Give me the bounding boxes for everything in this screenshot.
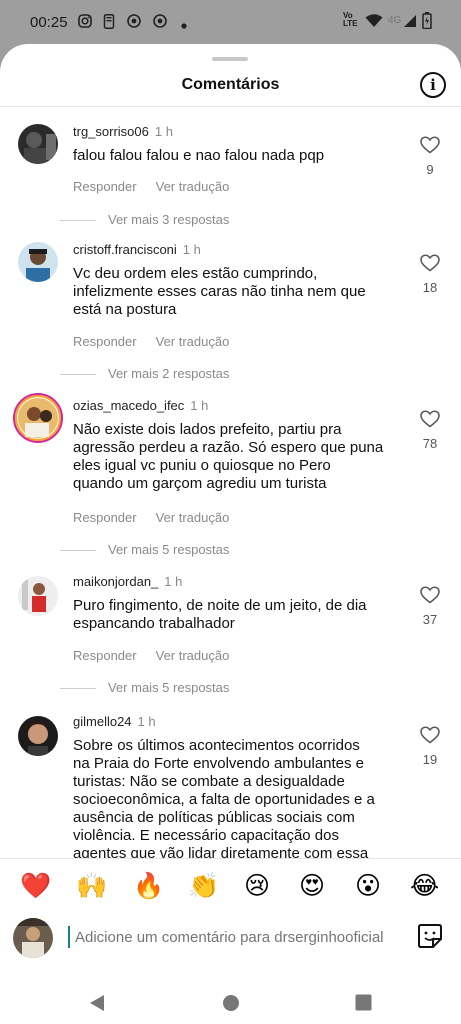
like-heart-icon[interactable] <box>418 136 442 154</box>
comment-username[interactable]: trg_sorriso06 <box>73 124 149 139</box>
emoji-reaction-bar: ❤️ 🙌 🔥 👏 😢 😍 😮 😂 <box>0 868 461 908</box>
instagram-notification-icon <box>78 14 92 31</box>
avatar[interactable] <box>18 576 58 616</box>
comments-list[interactable]: trg_sorriso06 1 h falou falou falou e nao… <box>0 108 461 858</box>
emoji-clap-button[interactable]: 👏 <box>188 868 219 904</box>
comment-text: Não existe dois lados prefeito, partiu p… <box>73 421 384 492</box>
emoji-heart-eyes-button[interactable]: 😍 <box>299 868 325 904</box>
phone-notification-icon <box>103 14 115 32</box>
status-bar: 00:25 Vo LTE 4G <box>0 0 461 44</box>
signal-icon <box>403 14 417 31</box>
emoji-laughing-button[interactable]: 😂 <box>410 868 439 904</box>
reply-button[interactable]: Responder <box>73 179 137 194</box>
more-notifications-dot-icon <box>181 17 187 32</box>
recents-nav-icon[interactable] <box>355 994 372 1016</box>
info-icon[interactable]: i <box>420 72 446 98</box>
network-type-label: 4G <box>388 15 402 26</box>
comment-text: Vc deu ordem eles estão cumprindo, infel… <box>73 265 366 318</box>
comment-username[interactable]: ozias_macedo_ifec <box>73 398 184 413</box>
comment-time: 1 h <box>137 714 156 729</box>
translate-button[interactable]: Ver tradução <box>156 334 230 349</box>
view-more-replies-button[interactable]: Ver mais 3 respostas <box>60 212 229 227</box>
reply-button[interactable]: Responder <box>73 648 137 663</box>
avatar[interactable] <box>18 124 58 164</box>
current-user-avatar[interactable] <box>13 918 53 958</box>
like-heart-icon[interactable] <box>418 254 442 272</box>
comment-time: 1 h <box>164 574 183 589</box>
comments-sheet: Comentários i trg_sorriso06 1 h falou fal… <box>0 44 461 1024</box>
back-nav-icon[interactable] <box>88 994 106 1017</box>
like-count: 19 <box>422 752 438 767</box>
composer-divider <box>0 858 461 859</box>
status-time: 00:25 <box>30 14 68 31</box>
chrome-notification-icon <box>153 14 167 31</box>
like-count: 37 <box>422 612 438 627</box>
emoji-fire-button[interactable]: 🔥 <box>133 868 164 904</box>
like-count: 78 <box>422 436 438 451</box>
view-more-replies-button[interactable]: Ver mais 2 respostas <box>60 366 229 381</box>
avatar[interactable] <box>18 716 58 756</box>
home-nav-icon[interactable] <box>222 994 240 1017</box>
reply-button[interactable]: Responder <box>73 510 137 525</box>
emoji-crying-button[interactable]: 😢 <box>244 868 270 904</box>
comment-username[interactable]: gilmello24 <box>73 714 132 729</box>
translate-button[interactable]: Ver tradução <box>156 179 230 194</box>
view-more-replies-button[interactable]: Ver mais 5 respostas <box>60 680 229 695</box>
avatar[interactable] <box>18 242 58 282</box>
comment-time: 1 h <box>190 398 209 413</box>
emoji-raised-hands-button[interactable]: 🙌 <box>76 868 107 904</box>
comment-input[interactable] <box>68 926 415 948</box>
comment-text: falou falou falou e nao falou nada pqp <box>73 147 325 164</box>
header-divider <box>0 106 461 107</box>
chrome-notification-icon <box>127 14 141 31</box>
volte-icon: Vo LTE <box>343 11 358 28</box>
comment-time: 1 h <box>182 242 201 257</box>
comment-username[interactable]: cristoff.francisconi <box>73 242 177 257</box>
like-heart-icon[interactable] <box>418 410 442 428</box>
like-heart-icon[interactable] <box>418 726 442 744</box>
emoji-surprised-button[interactable]: 😮 <box>355 868 381 904</box>
comment-text: Puro fingimento, de noite de um jeito, d… <box>73 597 367 632</box>
like-count: 9 <box>426 162 434 177</box>
drag-handle[interactable] <box>212 57 248 61</box>
battery-icon <box>422 12 432 32</box>
emoji-heart-button[interactable]: ❤️ <box>20 868 51 904</box>
comment-username[interactable]: maikonjordan_ <box>73 574 158 589</box>
like-heart-icon[interactable] <box>418 586 442 604</box>
sticker-icon[interactable] <box>416 922 444 955</box>
like-count: 18 <box>422 280 438 295</box>
sheet-title: Comentários <box>181 76 280 93</box>
translate-button[interactable]: Ver tradução <box>156 648 230 663</box>
reply-button[interactable]: Responder <box>73 334 137 349</box>
comment-text: Sobre os últimos acontecimentos ocorrido… <box>73 737 375 858</box>
system-navigation-bar <box>0 984 461 1024</box>
view-more-replies-button[interactable]: Ver mais 5 respostas <box>60 542 229 557</box>
translate-button[interactable]: Ver tradução <box>156 510 230 525</box>
wifi-icon <box>365 14 383 31</box>
comment-time: 1 h <box>154 124 173 139</box>
avatar-story-ring[interactable] <box>13 393 63 443</box>
